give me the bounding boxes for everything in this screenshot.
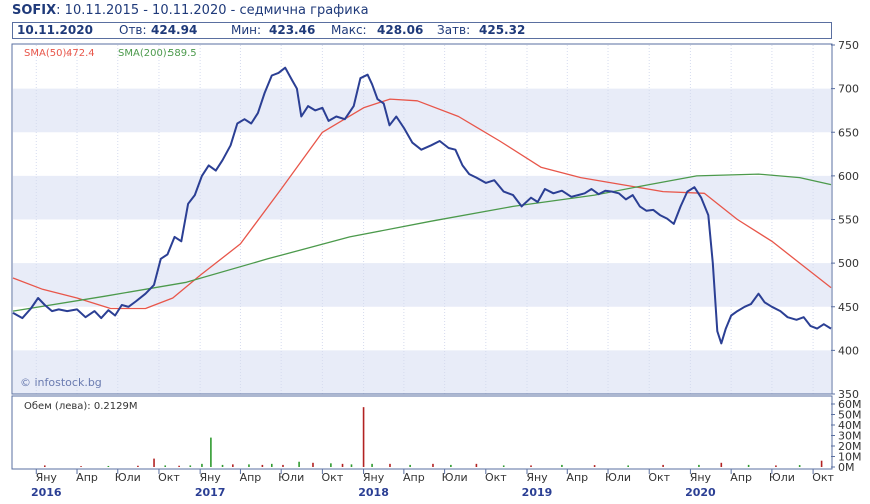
sma50-legend-label: SMA(50):: [24, 48, 70, 59]
sma50-legend-value: 472.4: [66, 48, 95, 59]
volume-bar: [350, 464, 353, 467]
volume-bar: [593, 465, 596, 467]
volume-bar: [137, 465, 139, 467]
volume-bar: [747, 464, 750, 467]
y-tick-label: 650: [838, 126, 859, 139]
x-tick-label: Апр: [76, 471, 98, 484]
volume-bar: [502, 465, 505, 467]
x-tick-label: Яну: [690, 471, 712, 484]
volume-bar: [371, 463, 373, 467]
volume-label: Обем (лева): 0.2129M: [24, 401, 137, 412]
x-year-label: 2020: [685, 486, 716, 499]
watermark: © infostock.bg: [20, 376, 102, 389]
volume-bar: [282, 464, 284, 467]
x-tick-label: Окт: [485, 471, 507, 484]
volume-bar: [389, 463, 391, 467]
volume-bars: [43, 407, 823, 467]
y-tick-label: 750: [838, 39, 859, 52]
volume-bar: [261, 464, 264, 467]
volume-bar: [820, 460, 823, 467]
volume-bar: [312, 462, 314, 467]
background-band: [13, 350, 831, 394]
volume-bar: [298, 461, 300, 467]
background-band: [13, 263, 831, 307]
x-tick-label: Окт: [158, 471, 180, 484]
volume-bar: [248, 464, 250, 467]
volume-bar: [178, 465, 180, 467]
volume-bar: [330, 463, 332, 467]
volume-axis: 0M10M20M30M40M50M60M: [831, 398, 862, 474]
volume-bar: [232, 464, 234, 467]
x-tick-label: Апр: [566, 471, 588, 484]
volume-bar: [362, 407, 365, 467]
volume-bar: [798, 465, 801, 467]
x-year-label: 2016: [31, 486, 62, 499]
x-tick-label: Окт: [322, 471, 344, 484]
x-tick-label: Юли: [278, 471, 304, 484]
price-chart: 350400450500550600650700750 0M10M20M30M4…: [11, 39, 862, 499]
x-tick-label: Яну: [199, 471, 221, 484]
sma200-legend-value: 589.5: [168, 48, 197, 59]
volume-bar: [627, 465, 629, 467]
volume-bar: [189, 465, 192, 467]
y-tick-label: 400: [838, 344, 859, 357]
volume-bar: [201, 463, 203, 467]
volume-bar: [341, 463, 344, 467]
volume-bar: [662, 464, 664, 467]
volume-bar: [475, 463, 478, 467]
volume-bar: [720, 462, 723, 467]
volume-bar: [775, 465, 777, 467]
x-tick-label: Яну: [36, 471, 58, 484]
volume-bar: [80, 466, 82, 467]
background-band: [13, 88, 831, 133]
y-tick-label: 550: [838, 214, 859, 227]
volume-bar: [107, 465, 110, 467]
x-tick-label: Апр: [730, 471, 752, 484]
volume-bar: [409, 464, 411, 467]
x-year-label: 2017: [195, 486, 226, 499]
volume-bar: [164, 465, 167, 467]
volume-bar: [43, 465, 46, 467]
y-tick-label: 450: [838, 301, 859, 314]
price-axis: 350400450500550600650700750: [831, 39, 859, 401]
volume-bar: [530, 465, 532, 467]
x-tick-label: Юли: [769, 471, 795, 484]
x-tick-label: Юли: [605, 471, 631, 484]
volume-bar: [432, 463, 434, 467]
volume-bar: [270, 463, 273, 467]
volume-bar: [561, 464, 563, 467]
x-tick-label: Яну: [363, 471, 385, 484]
y-tick-label: 700: [838, 83, 859, 96]
volume-tick-label: 60M: [838, 398, 862, 411]
x-year-label: 2019: [522, 486, 553, 499]
x-tick-label: Апр: [240, 471, 262, 484]
x-tick-label: Юли: [442, 471, 468, 484]
volume-bar: [698, 464, 700, 467]
y-tick-label: 500: [838, 257, 859, 270]
x-tick-label: Окт: [648, 471, 670, 484]
volume-bar: [450, 464, 452, 467]
volume-bar: [153, 458, 155, 467]
x-tick-label: Юли: [115, 471, 141, 484]
time-axis: Яну 2016 Апр Юли Окт Яну 2017 Апр Юли Окт Яну 2018 А…: [31, 469, 835, 499]
x-tick-label: Окт: [812, 471, 834, 484]
x-tick-label: Яну: [526, 471, 548, 484]
x-year-label: 2018: [358, 486, 389, 499]
volume-bar: [221, 464, 224, 467]
volume-bar: [210, 437, 212, 467]
background-bands: [13, 88, 831, 394]
sma200-legend-label: SMA(200):: [118, 48, 170, 59]
y-tick-label: 600: [838, 170, 859, 183]
x-tick-label: Апр: [403, 471, 425, 484]
